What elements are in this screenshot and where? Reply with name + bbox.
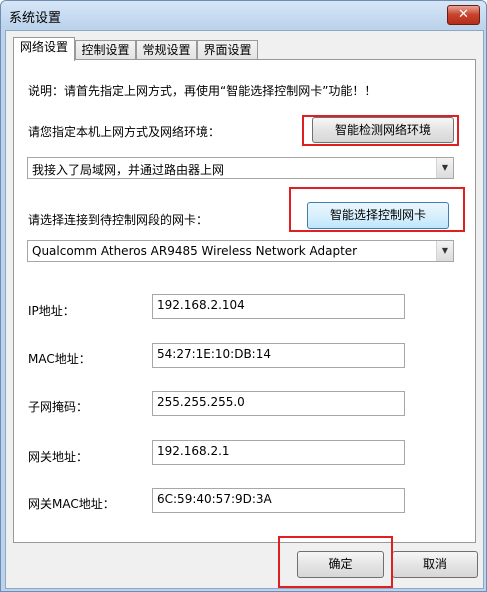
gateway-field[interactable]: 192.168.2.1 <box>152 440 405 465</box>
tab-interface[interactable]: 界面设置 <box>197 40 258 60</box>
close-button[interactable]: ✕ <box>447 5 480 25</box>
title-bar[interactable]: 系统设置 ✕ <box>1 1 486 28</box>
client-area: 网络设置 控制设置 常规设置 界面设置 说明：请首先指定上网方式，再使用“智能选… <box>5 30 484 589</box>
adapter-select[interactable]: Qualcomm Atheros AR9485 Wireless Network… <box>27 240 454 262</box>
adapter-value: Qualcomm Atheros AR9485 Wireless Network… <box>32 244 358 258</box>
tab-network[interactable]: 网络设置 <box>13 37 75 61</box>
tab-general[interactable]: 常规设置 <box>136 40 197 60</box>
instruction-note: 说明：请首先指定上网方式，再使用“智能选择控制网卡”功能！！ <box>28 84 377 98</box>
settings-window: 系统设置 ✕ 网络设置 控制设置 常规设置 界面设置 说明：请首先指定上网方式，… <box>0 0 487 592</box>
window-title: 系统设置 <box>9 11 62 26</box>
close-icon: ✕ <box>458 7 469 22</box>
chevron-down-icon[interactable]: ▼ <box>436 241 453 261</box>
gateway-mac-label: 网关MAC地址： <box>28 497 115 511</box>
network-mode-value: 我接入了局域网，并通过路由器上网 <box>32 163 225 177</box>
mac-field[interactable]: 54:27:1E:10:DB:14 <box>152 343 405 368</box>
subnet-field[interactable]: 255.255.255.0 <box>152 391 405 416</box>
mode-label: 请您指定本机上网方式及网络环境： <box>28 125 221 139</box>
subnet-label: 子网掩码： <box>28 400 89 414</box>
tab-control[interactable]: 控制设置 <box>75 40 136 60</box>
network-mode-select[interactable]: 我接入了局域网，并通过路由器上网 ▼ <box>27 157 454 179</box>
gateway-label: 网关地址： <box>28 450 89 464</box>
cancel-button[interactable]: 取消 <box>392 551 478 578</box>
mac-label: MAC地址： <box>28 352 91 366</box>
adapter-label: 请选择连接到待控制网段的网卡： <box>28 213 209 227</box>
select-adapter-button[interactable]: 智能选择控制网卡 <box>307 202 449 229</box>
network-settings-panel: 说明：请首先指定上网方式，再使用“智能选择控制网卡”功能！！ 请您指定本机上网方… <box>13 59 476 543</box>
ip-label: IP地址： <box>28 304 75 318</box>
gateway-mac-field[interactable]: 6C:59:40:57:9D:3A <box>152 488 405 513</box>
chevron-down-icon[interactable]: ▼ <box>436 158 453 178</box>
detect-network-button[interactable]: 智能检测网络环境 <box>312 117 454 143</box>
ok-button[interactable]: 确定 <box>297 551 384 578</box>
ip-field[interactable]: 192.168.2.104 <box>152 294 405 319</box>
